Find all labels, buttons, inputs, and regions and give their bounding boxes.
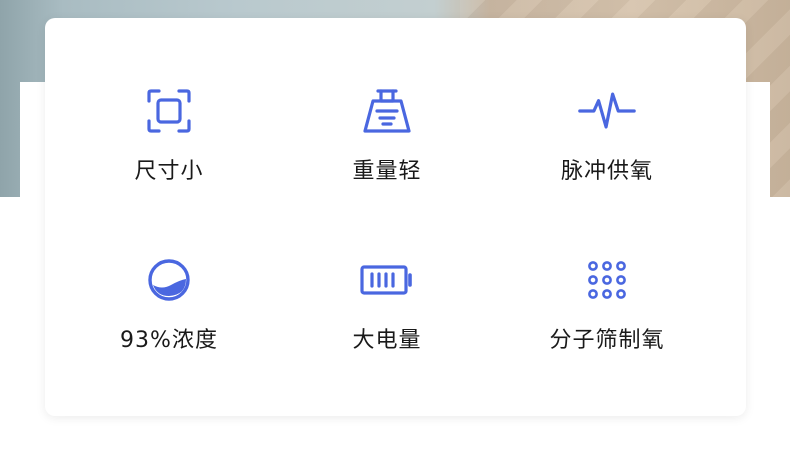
molecular-sieve-icon (577, 250, 637, 310)
feature-large-battery: 大电量 (277, 250, 497, 360)
feature-label: 尺寸小 (134, 159, 204, 184)
feature-concentration: 93%浓度 (59, 250, 279, 360)
feature-molecular-sieve: 分子筛制氧 (497, 250, 717, 360)
feature-pulse-oxygen: 脉冲供氧 (497, 81, 717, 191)
feature-small-size: 尺寸小 (59, 81, 279, 191)
feature-label: 分子筛制氧 (549, 328, 665, 353)
pulse-icon (577, 81, 637, 141)
battery-icon (357, 250, 417, 310)
feature-label: 93%浓度 (120, 328, 218, 353)
concentration-gauge-icon (139, 250, 199, 310)
features-card: 尺寸小 重量轻 脉冲供氧 93%浓度 大电量 分子筛制氧 (45, 18, 746, 416)
focus-frame-icon (139, 81, 199, 141)
feature-label: 重量轻 (352, 159, 422, 184)
weight-icon (357, 81, 417, 141)
feature-light-weight: 重量轻 (277, 81, 497, 191)
page: 尺寸小 重量轻 脉冲供氧 93%浓度 大电量 分子筛制氧 (0, 0, 790, 459)
feature-label: 脉冲供氧 (560, 159, 653, 184)
feature-label: 大电量 (352, 328, 422, 353)
